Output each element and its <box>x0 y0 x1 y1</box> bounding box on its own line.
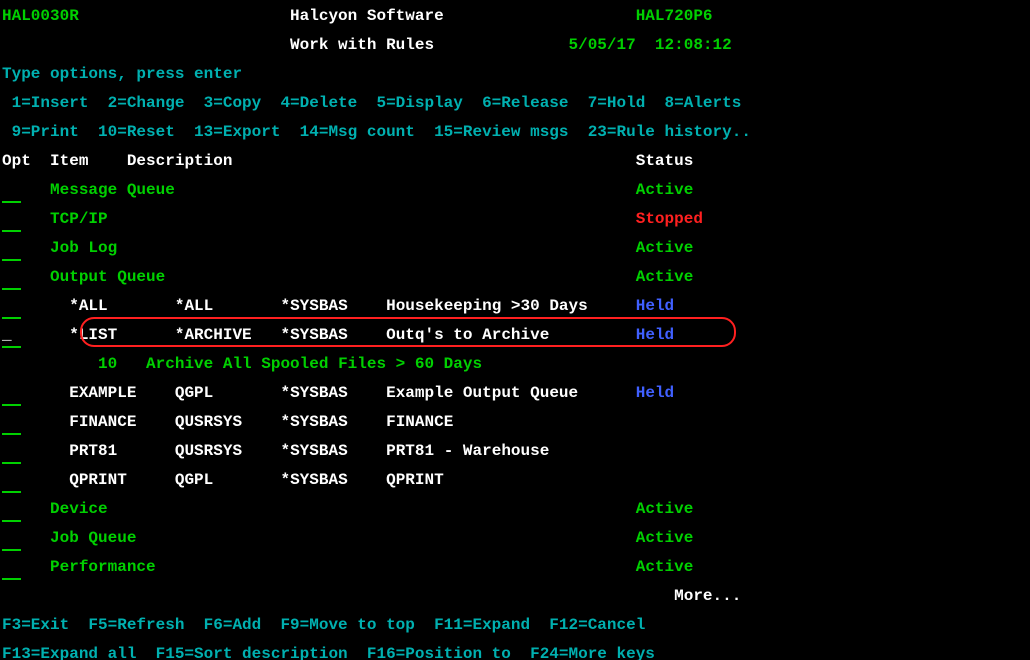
detail-col4: QPRINT <box>386 471 636 489</box>
date: 5/05/17 <box>569 36 655 54</box>
detail-col1: *LIST <box>69 326 175 344</box>
col-desc: Description <box>127 152 636 170</box>
opt-input[interactable] <box>2 208 21 232</box>
group-label: TCP/IP <box>50 210 636 228</box>
function-keys[interactable]: F13=Expand all F15=Sort description F16=… <box>2 645 655 660</box>
opt-input[interactable] <box>2 295 21 319</box>
group-status: Active <box>636 181 694 199</box>
detail-col4: Housekeeping >30 Days <box>386 297 636 315</box>
detail-row: _ *LIST *ARCHIVE *SYSBAS Outq's to Archi… <box>2 321 1028 350</box>
col-status: Status <box>636 152 694 170</box>
opt-input[interactable] <box>2 527 21 551</box>
detail-col1: *ALL <box>69 297 175 315</box>
detail-col4: FINANCE <box>386 413 636 431</box>
more-indicator-row: More... <box>2 582 1028 611</box>
subrule-seq: 10 <box>98 355 146 373</box>
opt-input[interactable] <box>2 498 21 522</box>
function-keys[interactable]: F3=Exit F5=Refresh F6=Add F9=Move to top… <box>2 616 645 634</box>
group-label: Output Queue <box>50 268 636 286</box>
detail-row: EXAMPLE QGPL *SYSBAS Example Output Queu… <box>2 379 1028 408</box>
detail-row: QPRINT QGPL *SYSBAS QPRINT <box>2 466 1028 495</box>
detail-status: Held <box>636 326 674 344</box>
opt-input[interactable] <box>2 556 21 580</box>
detail-row: FINANCE QUSRSYS *SYSBAS FINANCE <box>2 408 1028 437</box>
group-row: Job Queue Active <box>2 524 1028 553</box>
column-headers: Opt Item Description Status <box>2 147 1028 176</box>
program-left: HAL0030R <box>2 7 290 25</box>
detail-col4: Example Output Queue <box>386 384 636 402</box>
group-label: Message Queue <box>50 181 636 199</box>
group-row: Output Queue Active <box>2 263 1028 292</box>
detail-row: PRT81 QUSRSYS *SYSBAS PRT81 - Warehouse <box>2 437 1028 466</box>
detail-status: Held <box>636 384 674 402</box>
detail-col2: QGPL <box>175 471 281 489</box>
detail-col2: *ARCHIVE <box>175 326 281 344</box>
screen-title: Work with Rules <box>290 36 568 54</box>
detail-col1: FINANCE <box>69 413 175 431</box>
opt-input[interactable] <box>2 237 21 261</box>
detail-col3: *SYSBAS <box>280 384 386 402</box>
more-indicator: More... <box>674 587 741 605</box>
opt-input[interactable]: _ <box>2 324 21 348</box>
detail-col1: QPRINT <box>69 471 175 489</box>
group-row: Device Active <box>2 495 1028 524</box>
group-status: Stopped <box>636 210 703 228</box>
detail-col3: *SYSBAS <box>280 442 386 460</box>
group-status: Active <box>636 558 694 576</box>
subrule-text: Archive All Spooled Files > 60 Days <box>146 355 482 373</box>
program-right: HAL720P6 <box>636 7 713 25</box>
detail-col2: QUSRSYS <box>175 413 281 431</box>
group-row: TCP/IP Stopped <box>2 205 1028 234</box>
company-name: Halcyon Software <box>290 7 636 25</box>
col-item: Item <box>50 152 127 170</box>
group-label: Job Log <box>50 239 636 257</box>
col-opt: Opt <box>2 152 50 170</box>
group-status: Active <box>636 239 694 257</box>
group-status: Active <box>636 500 694 518</box>
header-line-1: HAL0030R Halcyon Software HAL720P6 <box>2 2 1028 31</box>
detail-col3: *SYSBAS <box>280 326 386 344</box>
detail-col2: QGPL <box>175 384 281 402</box>
group-row: Job Log Active <box>2 234 1028 263</box>
group-row: Performance Active <box>2 553 1028 582</box>
option-help-line: 1=Insert 2=Change 3=Copy 4=Delete 5=Disp… <box>2 89 1028 118</box>
time: 12:08:12 <box>655 36 732 54</box>
group-status: Active <box>636 268 694 286</box>
instruction-line: Type options, press enter <box>2 60 1028 89</box>
detail-status: Held <box>636 297 674 315</box>
opt-input[interactable] <box>2 440 21 464</box>
detail-col2: QUSRSYS <box>175 442 281 460</box>
group-row: Message Queue Active <box>2 176 1028 205</box>
detail-row: *ALL *ALL *SYSBAS Housekeeping >30 Days … <box>2 292 1028 321</box>
detail-col1: PRT81 <box>69 442 175 460</box>
detail-col3: *SYSBAS <box>280 413 386 431</box>
instruction-text: Type options, press enter <box>2 65 242 83</box>
opt-input[interactable] <box>2 469 21 493</box>
group-label: Job Queue <box>50 529 636 547</box>
detail-col3: *SYSBAS <box>280 297 386 315</box>
group-label: Device <box>50 500 636 518</box>
group-label: Performance <box>50 558 636 576</box>
detail-col4: PRT81 - Warehouse <box>386 442 636 460</box>
opt-input[interactable] <box>2 179 21 203</box>
detail-col4: Outq's to Archive <box>386 326 636 344</box>
subrule-row: 10 Archive All Spooled Files > 60 Days <box>2 350 1028 379</box>
detail-col1: EXAMPLE <box>69 384 175 402</box>
function-keys-line: F3=Exit F5=Refresh F6=Add F9=Move to top… <box>2 611 1028 640</box>
opt-input[interactable] <box>2 411 21 435</box>
group-status: Active <box>636 529 694 547</box>
opt-input[interactable] <box>2 266 21 290</box>
option-help-line: 9=Print 10=Reset 13=Export 14=Msg count … <box>2 118 1028 147</box>
detail-col2: *ALL <box>175 297 281 315</box>
detail-col3: *SYSBAS <box>280 471 386 489</box>
header-line-2: Work with Rules 5/05/17 12:08:12 <box>2 31 1028 60</box>
opt-input[interactable] <box>2 382 21 406</box>
function-keys-line: F13=Expand all F15=Sort description F16=… <box>2 640 1028 660</box>
